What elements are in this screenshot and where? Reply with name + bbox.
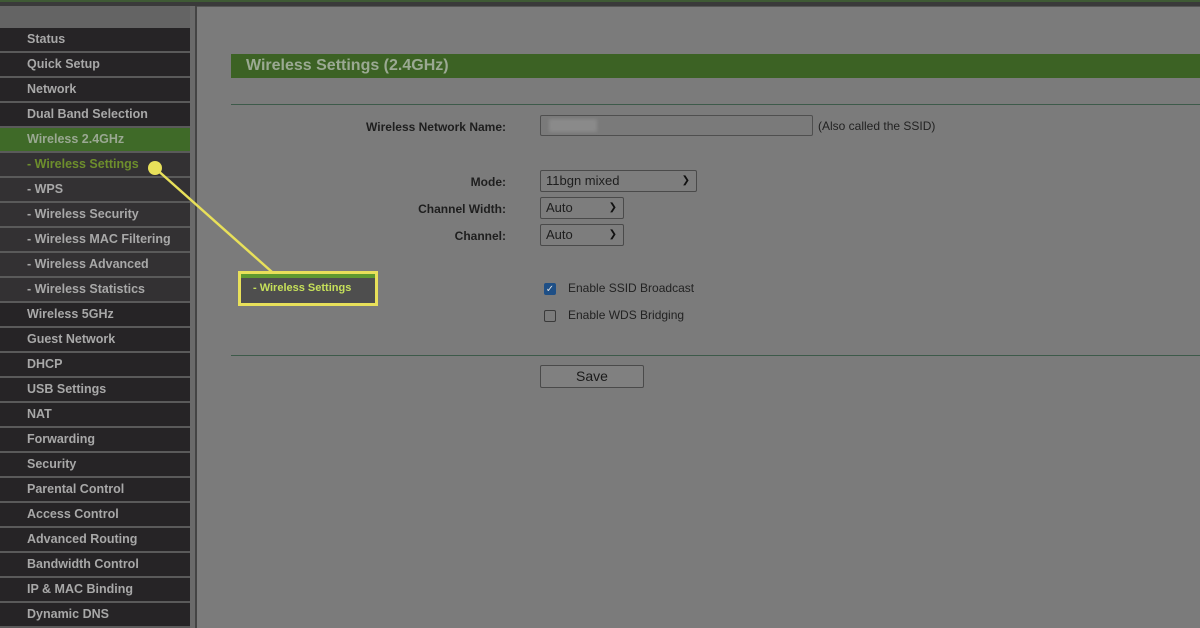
sidebar-item-nat[interactable]: NAT (0, 403, 190, 426)
sidebar-item-usb-settings[interactable]: USB Settings (0, 378, 190, 401)
sidebar-item-network[interactable]: Network (0, 78, 190, 101)
callout-bar (241, 274, 375, 278)
main-content: Wireless Settings (2.4GHz) Wireless Netw… (197, 7, 1200, 628)
sidebar-item-wireless-5ghz[interactable]: Wireless 5GHz (0, 303, 190, 326)
sidebar-item-security[interactable]: Security (0, 453, 190, 476)
sidebar-item-guest-network[interactable]: Guest Network (0, 328, 190, 351)
sidebar-item-status[interactable]: Status (0, 28, 190, 51)
sidebar-item-quick-setup[interactable]: Quick Setup (0, 53, 190, 76)
page-title: Wireless Settings (2.4GHz) (231, 54, 1200, 78)
sidebar-item-forwarding[interactable]: Forwarding (0, 428, 190, 451)
ssid-input[interactable] (540, 115, 813, 136)
callout-label: - Wireless Settings (253, 282, 352, 294)
sidebar-item-dhcp[interactable]: DHCP (0, 353, 190, 376)
channel-width-label: Channel Width: (418, 202, 506, 216)
ssid-broadcast-checkbox[interactable]: ✓ (544, 283, 556, 295)
channel-width-select[interactable]: Auto ❯ (540, 197, 624, 219)
chevron-down-icon: ❯ (608, 202, 617, 213)
sidebar-item-access-control[interactable]: Access Control (0, 503, 190, 526)
chevron-down-icon: ❯ (681, 175, 690, 186)
channel-width-value: Auto (546, 200, 573, 215)
callout-highlight: - Wireless Settings (238, 271, 378, 306)
sidebar-item-parental-control[interactable]: Parental Control (0, 478, 190, 501)
mode-select[interactable]: 11bgn mixed ❯ (540, 170, 697, 192)
sidebar-item-bandwidth-control[interactable]: Bandwidth Control (0, 553, 190, 576)
mode-value: 11bgn mixed (546, 173, 620, 188)
save-button[interactable]: Save (540, 365, 644, 388)
sidebar-item-wireless-security[interactable]: - Wireless Security (0, 203, 190, 226)
sidebar-item-wireless-settings[interactable]: - Wireless Settings (0, 153, 190, 176)
sidebar-item-dynamic-dns[interactable]: Dynamic DNS (0, 603, 190, 626)
ssid-value-redacted (549, 119, 597, 132)
sidebar-menu: Status Quick Setup Network Dual Band Select… (0, 6, 190, 628)
sidebar-item-wps[interactable]: - WPS (0, 178, 190, 201)
divider-top (231, 104, 1200, 105)
chevron-down-icon: ❯ (608, 229, 617, 240)
sidebar-item-wireless-mac-filtering[interactable]: - Wireless MAC Filtering (0, 228, 190, 251)
wds-bridging-checkbox[interactable] (544, 310, 556, 322)
ssid-broadcast-label: Enable SSID Broadcast (568, 281, 695, 295)
ssid-hint: (Also called the SSID) (818, 119, 936, 133)
channel-select[interactable]: Auto ❯ (540, 224, 624, 246)
channel-label: Channel: (454, 229, 506, 243)
mode-label: Mode: (470, 175, 506, 189)
ssid-label: Wireless Network Name: (366, 120, 506, 134)
sidebar-item-wireless-2-4ghz[interactable]: Wireless 2.4GHz (0, 128, 190, 151)
sidebar-item-advanced-routing[interactable]: Advanced Routing (0, 528, 190, 551)
channel-value: Auto (546, 227, 573, 242)
sidebar-scrollbar[interactable] (190, 6, 197, 628)
wds-bridging-label: Enable WDS Bridging (568, 308, 685, 322)
sidebar-nav-list: Status Quick Setup Network Dual Band Select… (0, 28, 190, 626)
sidebar-header (0, 6, 190, 28)
sidebar-item-ip-mac-binding[interactable]: IP & MAC Binding (0, 578, 190, 601)
sidebar-item-wireless-statistics[interactable]: - Wireless Statistics (0, 278, 190, 301)
sidebar-item-wireless-advanced[interactable]: - Wireless Advanced (0, 253, 190, 276)
sidebar-item-dual-band-selection[interactable]: Dual Band Selection (0, 103, 190, 126)
divider-bottom (231, 355, 1200, 356)
